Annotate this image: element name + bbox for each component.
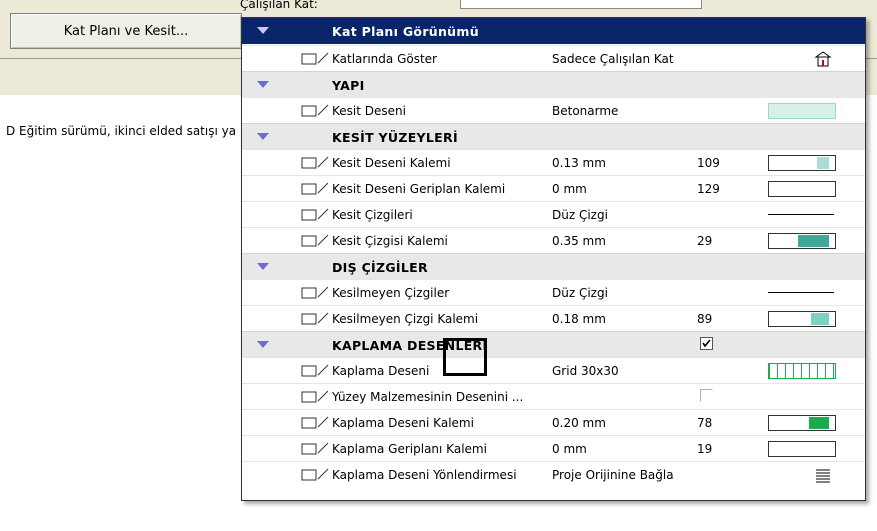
property-row[interactable]: Kaplama Deseni Grid 30x30 <box>242 357 865 384</box>
hatch-pattern-swatch[interactable] <box>768 103 836 119</box>
property-value[interactable]: Betonarme <box>552 104 618 118</box>
section-title: KESİT YÜZEYLERİ <box>332 129 458 145</box>
pen-number: 19 <box>697 442 713 456</box>
property-row[interactable]: Kesit Çizgileri Düz Çizgi <box>242 201 865 228</box>
property-row[interactable]: Kesit Çizgisi Kalemi 0.35 mm 29 <box>242 227 865 254</box>
pen-color-fill <box>817 157 829 169</box>
property-row[interactable]: Kaplama Deseni Kalemi 0.20 mm 78 <box>242 409 865 436</box>
collapse-triangle-icon[interactable] <box>257 27 269 34</box>
property-icon <box>272 413 330 433</box>
lines-icon[interactable] <box>814 466 832 487</box>
property-row[interactable]: Kaplama Geriplanı Kalemi 0 mm 19 <box>242 435 865 462</box>
pen-color-swatch[interactable] <box>768 441 836 457</box>
property-row[interactable]: Kesit Deseni Betonarme <box>242 97 865 124</box>
pen-number: 129 <box>697 182 720 196</box>
property-name: Kesilmeyen Çizgiler <box>332 286 450 300</box>
property-name: Kesit Çizgileri <box>332 208 413 222</box>
property-name: Kesit Deseni <box>332 104 406 118</box>
property-value[interactable]: Grid 30x30 <box>552 364 619 378</box>
floor-plan-section-button[interactable]: Kat Planı ve Kesit... <box>10 13 242 49</box>
property-name: Kaplama Deseni <box>332 364 430 378</box>
property-icon <box>272 387 330 407</box>
collapse-triangle-icon[interactable] <box>257 263 269 270</box>
grid-pattern-swatch[interactable] <box>768 363 836 379</box>
property-name: Kesit Deseni Kalemi <box>332 156 451 170</box>
pen-number: 29 <box>697 234 713 248</box>
property-icon <box>272 179 330 199</box>
building-icon[interactable] <box>814 50 832 71</box>
section-title: YAPI <box>332 77 365 93</box>
property-name: Kaplama Deseni Yönlendirmesi <box>332 468 517 482</box>
property-icon <box>272 309 330 329</box>
panel-title-row[interactable]: Kat Planı Görünümü <box>242 18 865 44</box>
pen-color-fill <box>809 417 829 429</box>
property-value[interactable]: 0.20 mm <box>552 416 606 430</box>
cover-fill-checkbox[interactable] <box>700 337 713 350</box>
pen-number: 89 <box>697 312 713 326</box>
working-floor-field[interactable] <box>460 0 702 9</box>
line-type-sample <box>768 292 834 293</box>
status-text: D Eğitim sürümü, ikinci elded satışı ya <box>6 124 237 138</box>
property-row[interactable]: Kaplama Deseni Yönlendirmesi Proje Orijin… <box>242 461 865 488</box>
collapse-triangle-icon[interactable] <box>257 341 269 348</box>
collapse-triangle-icon[interactable] <box>257 133 269 140</box>
property-icon <box>272 49 330 69</box>
collapse-triangle-icon[interactable] <box>257 81 269 88</box>
property-icon <box>272 101 330 121</box>
property-value[interactable]: 0.13 mm <box>552 156 606 170</box>
property-row[interactable]: Kesilmeyen Çizgi Kalemi 0.18 mm 89 <box>242 305 865 332</box>
property-name: Yüzey Malzemesinin Desenini ... <box>332 390 524 404</box>
property-name: Kesilmeyen Çizgi Kalemi <box>332 312 479 326</box>
property-name: Kesit Deseni Geriplan Kalemi <box>332 182 506 196</box>
property-row[interactable]: Kesilmeyen Çizgiler Düz Çizgi <box>242 279 865 306</box>
section-header[interactable]: KAPLAMA DESENLERİ <box>242 331 865 358</box>
property-icon <box>272 231 330 251</box>
property-icon <box>272 361 330 381</box>
property-row[interactable]: Katlarında Göster Sadece Çalışılan Kat <box>242 45 865 72</box>
section-header[interactable]: KESİT YÜZEYLERİ <box>242 123 865 150</box>
property-icon <box>272 283 330 303</box>
pen-color-swatch[interactable] <box>768 233 836 249</box>
property-value[interactable]: Sadece Çalışılan Kat <box>552 52 674 66</box>
property-name: Kesit Çizgisi Kalemi <box>332 234 448 248</box>
floor-plan-section-button-label: Kat Planı ve Kesit... <box>63 23 189 39</box>
property-value[interactable]: 0 mm <box>552 182 587 196</box>
property-value[interactable]: 0 mm <box>552 442 587 456</box>
pen-number: 109 <box>697 156 720 170</box>
property-value[interactable]: Düz Çizgi <box>552 208 608 222</box>
property-icon <box>272 205 330 225</box>
property-name: Kaplama Deseni Kalemi <box>332 416 474 430</box>
pen-color-fill <box>798 235 829 247</box>
section-header[interactable]: DIŞ ÇİZGİLER <box>242 253 865 280</box>
property-name: Katlarında Göster <box>332 52 437 66</box>
property-row[interactable]: Kesit Deseni Kalemi 0.13 mm 109 <box>242 149 865 176</box>
pen-color-swatch[interactable] <box>768 155 836 171</box>
pen-color-swatch[interactable] <box>768 311 836 327</box>
working-floor-label: Çalışılan Kat: <box>240 0 318 11</box>
property-value[interactable]: Proje Orijinine Bağla <box>552 468 674 482</box>
pen-number: 78 <box>697 416 713 430</box>
section-header[interactable]: YAPI <box>242 71 865 98</box>
checkbox-highlight-frame <box>443 338 487 376</box>
property-icon <box>272 439 330 459</box>
pen-color-swatch[interactable] <box>768 415 836 431</box>
property-name: Kaplama Geriplanı Kalemi <box>332 442 487 456</box>
property-icon <box>272 153 330 173</box>
section-title: DIŞ ÇİZGİLER <box>332 259 428 275</box>
floor-plan-display-panel: Kat Planı Görünümü Katlarında Göster Sade… <box>241 17 866 501</box>
line-type-sample <box>768 214 834 215</box>
property-icon <box>272 465 330 485</box>
property-value[interactable]: 0.35 mm <box>552 234 606 248</box>
property-row[interactable]: Kesit Deseni Geriplan Kalemi 0 mm 129 <box>242 175 865 202</box>
panel-title: Kat Planı Görünümü <box>332 23 479 39</box>
property-value[interactable]: Düz Çizgi <box>552 286 608 300</box>
pen-color-swatch[interactable] <box>768 181 836 197</box>
surface-material-checkbox[interactable] <box>700 389 713 402</box>
pen-color-fill <box>811 313 829 325</box>
property-value[interactable]: 0.18 mm <box>552 312 606 326</box>
property-row[interactable]: Yüzey Malzemesinin Desenini ... <box>242 383 865 410</box>
